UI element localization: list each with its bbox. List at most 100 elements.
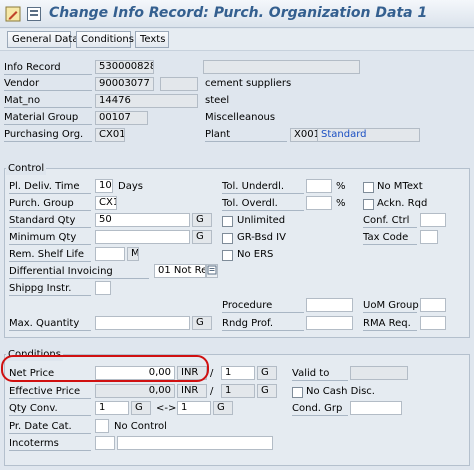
- minimum-qty-unit: G: [192, 230, 212, 244]
- vendor-field[interactable]: 90003077: [95, 77, 154, 91]
- window-title: Change Info Record: Purch. Organization …: [49, 5, 428, 21]
- no-mtext-checkbox[interactable]: [363, 182, 374, 193]
- net-price-highlight-annotation: [1, 355, 209, 382]
- rem-shelf-life-unit: M: [127, 247, 139, 261]
- max-quantity-field[interactable]: [95, 316, 190, 330]
- gr-bsd-iv-label: GR-Bsd IV: [237, 232, 286, 243]
- no-cash-disc-checkbox[interactable]: [292, 387, 303, 398]
- valid-to-field: [350, 366, 408, 380]
- pl-deliv-time-unit: Days: [118, 181, 143, 192]
- plant-field[interactable]: X001: [290, 128, 318, 142]
- pr-date-cat-field[interactable]: [95, 419, 109, 433]
- differential-invoicing-dropdown-icon[interactable]: [206, 264, 218, 278]
- rndg-prof-field[interactable]: [306, 316, 353, 330]
- mat-no-label: Mat_no: [4, 94, 92, 108]
- uom-group-field[interactable]: [420, 298, 446, 312]
- vendor-label: Vendor: [4, 77, 92, 91]
- shippg-instr-field[interactable]: [95, 281, 111, 295]
- effective-price-slash: /: [210, 386, 214, 397]
- qty-conv-from-field[interactable]: 1: [95, 401, 129, 415]
- minimum-qty-field[interactable]: [95, 230, 190, 244]
- rma-req-field[interactable]: [420, 316, 446, 330]
- rndg-prof-label: Rndg Prof.: [222, 317, 304, 331]
- material-group-field[interactable]: 00107: [95, 111, 148, 125]
- mat-no-desc: steel: [205, 95, 230, 106]
- mat-no-field[interactable]: 14476: [95, 94, 198, 108]
- vendor-desc: cement suppliers: [205, 78, 292, 89]
- net-price-unit: G: [257, 366, 277, 380]
- net-price-per-field[interactable]: 1: [221, 366, 255, 380]
- ackn-rqd-checkbox[interactable]: [363, 199, 374, 210]
- ackn-rqd-label: Ackn. Rqd: [377, 198, 428, 209]
- net-price-slash: /: [210, 368, 214, 379]
- incoterms-field[interactable]: [95, 436, 115, 450]
- valid-to-label: Valid to: [292, 367, 348, 381]
- qty-conv-to-field[interactable]: 1: [177, 401, 211, 415]
- effective-price-label: Effective Price: [9, 385, 91, 399]
- no-mtext-label: No MText: [377, 181, 423, 192]
- effective-price-per: 1: [221, 384, 255, 398]
- purch-group-field[interactable]: CX1: [95, 196, 117, 210]
- material-group-label: Material Group: [4, 111, 92, 125]
- tol-underdl-unit: %: [336, 181, 346, 192]
- plant-label: Plant: [205, 128, 287, 142]
- tax-code-field[interactable]: [420, 230, 438, 244]
- tol-overdl-field[interactable]: [306, 196, 332, 210]
- effective-price-currency: INR: [177, 384, 207, 398]
- no-ers-checkbox[interactable]: [222, 250, 233, 261]
- no-cash-disc-label: No Cash Disc.: [306, 386, 375, 397]
- qty-conv-arrow: <->: [156, 403, 177, 414]
- standard-qty-field[interactable]: 50: [95, 213, 190, 227]
- shippg-instr-label: Shippg Instr.: [9, 282, 91, 296]
- incoterms-label: Incoterms: [9, 437, 91, 451]
- standard-qty-label: Standard Qty: [9, 214, 91, 228]
- gr-bsd-iv-checkbox[interactable]: [222, 233, 233, 244]
- info-record-label: Info Record: [4, 61, 92, 75]
- uom-group-label: UoM Group: [363, 300, 419, 313]
- rem-shelf-life-label: Rem. Shelf Life: [9, 248, 91, 262]
- control-group-title: Control: [6, 162, 47, 175]
- effective-price-field: 0,00: [95, 384, 175, 398]
- pr-date-cat-desc: No Control: [114, 421, 167, 432]
- tab-general-data[interactable]: General Data: [7, 31, 78, 48]
- standard-qty-unit: G: [192, 213, 212, 227]
- unlimited-label: Unlimited: [237, 215, 286, 226]
- vendor-extra-field: [160, 77, 198, 91]
- incoterms-part2-field[interactable]: [117, 436, 273, 450]
- tol-overdl-label: Tol. Overdl.: [222, 197, 304, 211]
- qty-conv-label: Qty Conv.: [9, 402, 91, 416]
- differential-invoicing-select[interactable]: 01 Not Re...: [154, 264, 206, 278]
- tab-conditions[interactable]: Conditions: [76, 31, 134, 48]
- pl-deliv-time-label: Pl. Deliv. Time: [9, 180, 91, 194]
- edit-pencil-icon[interactable]: [5, 6, 21, 22]
- display-detail-icon[interactable]: [26, 6, 42, 22]
- procedure-field[interactable]: [306, 298, 353, 312]
- tol-overdl-unit: %: [336, 198, 346, 209]
- qty-conv-to-unit: G: [213, 401, 233, 415]
- plant-desc-field: Standard: [317, 128, 420, 142]
- cond-grp-label: Cond. Grp: [292, 402, 348, 416]
- purchasing-org-label: Purchasing Org.: [4, 128, 92, 142]
- pl-deliv-time-field[interactable]: 10: [95, 179, 113, 193]
- rem-shelf-life-field[interactable]: [95, 247, 125, 261]
- rma-req-label: RMA Req.: [363, 317, 417, 331]
- max-quantity-label: Max. Quantity: [9, 317, 91, 331]
- procedure-label: Procedure: [222, 299, 304, 313]
- no-ers-label: No ERS: [237, 249, 274, 260]
- info-record-field[interactable]: 5300008281: [95, 60, 154, 74]
- max-quantity-unit: G: [192, 316, 212, 330]
- material-group-desc: Miscelleanous: [205, 112, 276, 123]
- unlimited-checkbox[interactable]: [222, 216, 233, 227]
- pr-date-cat-label: Pr. Date Cat.: [9, 420, 91, 434]
- cond-grp-field[interactable]: [350, 401, 402, 415]
- purch-group-label: Purch. Group: [9, 197, 91, 211]
- tol-underdl-field[interactable]: [306, 179, 332, 193]
- conf-ctrl-field[interactable]: [420, 213, 446, 227]
- tol-underdl-label: Tol. Underdl.: [222, 180, 304, 194]
- minimum-qty-label: Minimum Qty: [9, 231, 91, 245]
- tax-code-label: Tax Code: [363, 231, 417, 245]
- effective-price-unit: G: [257, 384, 277, 398]
- purchasing-org-field[interactable]: CX01: [95, 128, 125, 142]
- tab-texts[interactable]: Texts: [135, 31, 169, 48]
- info-record-desc-field: [203, 60, 360, 74]
